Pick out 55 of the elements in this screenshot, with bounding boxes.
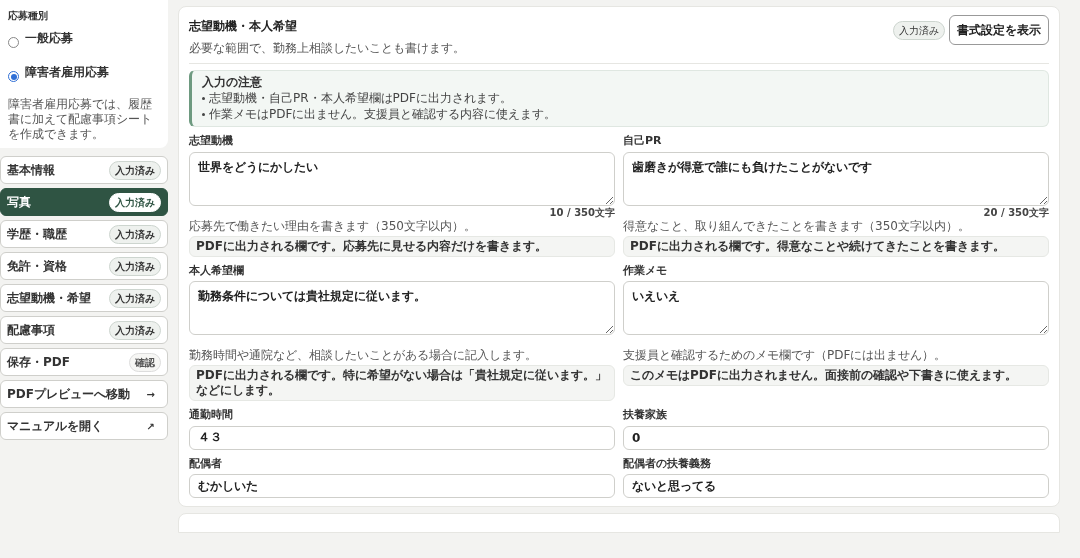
arrow-icon: → [140,386,161,402]
section-title: 志望動機・本人希望 [189,18,298,35]
nav-item[interactable]: PDFプレビューへ移動 → [0,380,168,408]
field-note: PDFに出力される欄です。応募先に見せる内容だけを書きます。 [189,235,615,257]
status-badge: 入力済み [109,160,161,180]
format-settings-button[interactable]: 書式設定を表示 [949,15,1049,45]
nav-item[interactable]: 志望動機・希望 入力済み [0,284,168,312]
status-badge: 入力済み [893,20,945,40]
radio-label: 一般応募 [25,30,73,47]
nav-item[interactable]: 配慮事項 入力済み [0,316,168,344]
field-label: 志望動機 [189,133,234,149]
text-area[interactable]: 勤務条件については貴社規定に従います。 [189,281,615,335]
nav-item[interactable]: 基本情報 入力済み [0,156,168,184]
field-label: 配偶者の扶養義務 [623,455,712,472]
status-badge: 入力済み [109,224,161,244]
nav-item[interactable]: マニュアルを開く ↗ [0,412,168,440]
status-badge: 入力済み [109,256,161,276]
nav-item[interactable]: 免許・資格 入力済み [0,252,168,280]
text-area[interactable]: 世界をどうにかしたい [189,151,615,206]
input-field[interactable]: ないと思ってる [623,474,1049,498]
input-field[interactable]: ４３ [189,425,615,450]
status-badge: 入力済み [109,288,161,308]
field-hint: 支援員と確認するためのメモ欄です（PDFには出ません）。 [623,348,948,363]
nav-item[interactable]: 学歴・職歴 入力済み [0,220,168,248]
field-hint: 得意なこと、取り組んできたことを書きます（350文字以内）。 [623,218,971,234]
field-label: 自己PR [623,133,663,149]
radio-label: 障害者雇用応募 [25,64,109,81]
field-label: 本人希望欄 [189,262,245,279]
input-field[interactable]: 0 [623,425,1049,450]
field-hint: 応募先で働きたい理由を書きます（350文字以内）。 [189,218,477,234]
field-note: PDFに出力される欄です。得意なことや続けてきたことを書きます。 [623,235,1049,257]
arrow-icon: ↗ [140,418,161,434]
nav-item[interactable]: 保存・PDF 確認 [0,348,168,376]
text-area[interactable]: 歯磨きが得意で誰にも負けたことがないです [623,151,1049,206]
character-count: 20 / 350文字 [983,205,1049,220]
notice-title: 入力の注意 [202,75,263,90]
card-title: 応募種別 [8,9,49,23]
section-subtitle: 必要な範囲で、勤務上相談したいことも書けます。 [189,40,465,57]
status-badge: 入力済み [109,192,161,212]
notice-item: 志望動機・自己PR・本人希望欄はPDFに出力されます。 [202,91,1038,106]
field-hint: 勤務時間や通院など、相談したいことがある場合に記入します。 [189,348,538,363]
character-count: 10 / 350文字 [549,205,615,220]
field-label: 扶養家族 [623,407,668,423]
field-label: 通勤時間 [189,407,234,423]
field-label: 作業メモ [623,262,668,279]
field-note: PDFに出力される欄です。特に希望がない場合は「貴社規定に従います。」などにします。 [189,365,615,401]
status-badge: 入力済み [109,320,161,340]
description-text: 障害者雇用応募では、履歴書に加えて配慮事項シートを作成できます。 [8,97,153,142]
notice-item: 作業メモはPDFに出ません。支援員と確認する内容に使えます。 [202,107,1038,122]
nav-item[interactable]: 写真 入力済み [0,188,168,216]
status-badge: 確認 [129,352,161,372]
text-area[interactable]: いえいえ [623,281,1049,335]
field-note: このメモはPDFに出力されません。面接前の確認や下書きに使えます。 [623,365,1049,386]
field-label: 配偶者 [189,455,223,472]
input-field[interactable]: むかしいた [189,474,615,498]
